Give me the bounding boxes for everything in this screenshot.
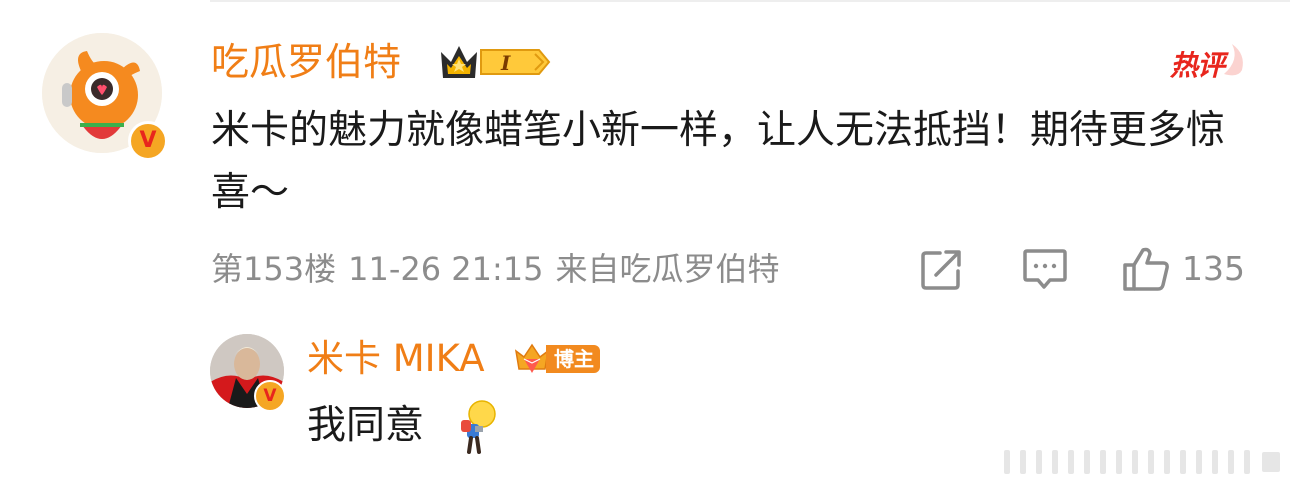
blogger-badge: 博主: [512, 338, 600, 380]
share-button[interactable]: [920, 245, 964, 293]
reply-avatar[interactable]: V: [210, 334, 290, 414]
top-divider: [210, 0, 1290, 2]
hot-tag-label: 热评: [1170, 49, 1225, 82]
share-icon: [921, 250, 961, 290]
comment-meta: 第153楼 11-26 21:15 来自吃瓜罗伯特: [211, 248, 791, 290]
level-badge-text: I: [500, 51, 511, 75]
bulb-emoji-icon: [461, 400, 496, 454]
reply-verified-badge: V: [254, 380, 286, 412]
like-count: 135: [1182, 249, 1245, 288]
watermark-decoration: [1004, 450, 1280, 474]
comment-time: 11-26 21:15: [348, 250, 544, 288]
like-button[interactable]: 135: [1122, 245, 1245, 293]
crown-icon: I: [441, 46, 551, 78]
blogger-badge-label: 博主: [546, 345, 600, 373]
comment-source: 来自吃瓜罗伯特: [555, 250, 780, 288]
verified-badge: V: [128, 121, 168, 161]
reply-text: 我同意: [307, 403, 425, 448]
comment-text: 米卡的魅力就像蜡笔小新一样，让人无法抵挡！期待更多惊喜～: [211, 108, 1226, 215]
like-icon: [1123, 247, 1169, 291]
reply-username[interactable]: 米卡 MIKA: [307, 335, 485, 383]
hot-comment-tag: 热评: [1170, 40, 1250, 82]
comment-icon: [1023, 249, 1067, 289]
commenter-avatar[interactable]: V: [42, 33, 170, 161]
comment-button[interactable]: [1022, 245, 1068, 293]
floor-number: 第153楼: [211, 250, 337, 288]
commenter-username[interactable]: 吃瓜罗伯特: [211, 37, 401, 87]
